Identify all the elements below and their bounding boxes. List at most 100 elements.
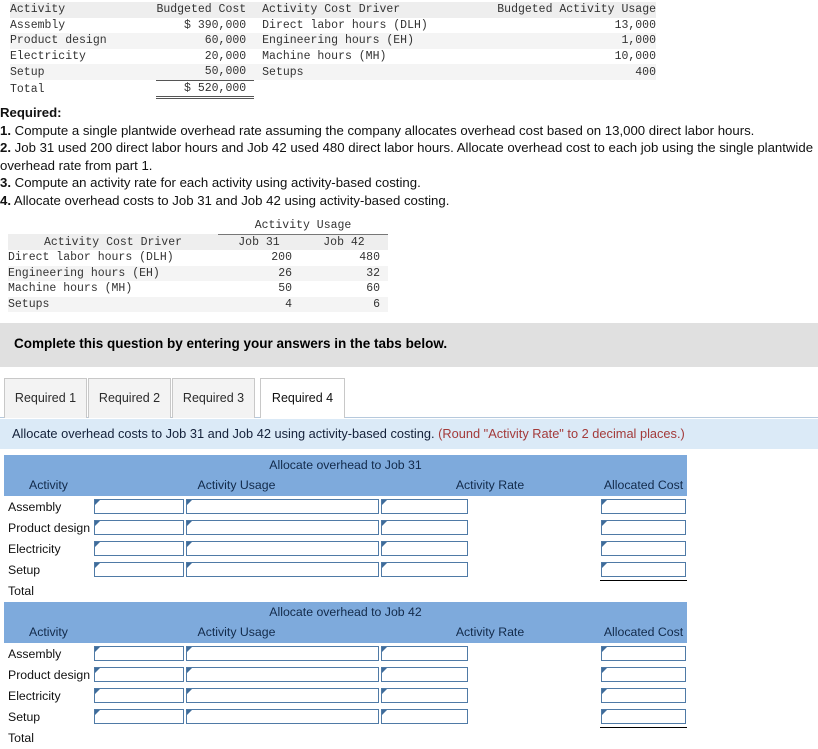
usage-qty-cell-product-design[interactable] xyxy=(93,517,185,538)
usage-qty-cell-setup[interactable] xyxy=(93,559,185,580)
usage-qty-cell-electricity[interactable] xyxy=(93,538,185,559)
row-label-product-design: Product design xyxy=(4,664,93,685)
rate-value-input-assembly[interactable] xyxy=(381,646,468,661)
usage-group-header: Activity Usage xyxy=(218,218,388,235)
allocated-cost-cell-assembly[interactable] xyxy=(600,643,688,664)
allocated-cost-input-product-design[interactable] xyxy=(601,667,687,682)
allocated-cost-cell-setup[interactable] xyxy=(600,559,688,580)
rate-value-cell-product-design[interactable] xyxy=(380,517,469,538)
usage-desc-input-assembly[interactable] xyxy=(186,646,379,661)
budgeted-cost-table: Activity Budgeted Cost Activity Cost Dri… xyxy=(10,2,656,99)
rate-value-input-setup[interactable] xyxy=(381,562,468,577)
rate-value-input-electricity[interactable] xyxy=(381,688,468,703)
rate-unit-cell-electricity xyxy=(469,538,600,559)
usage-desc-cell-product-design[interactable] xyxy=(185,664,380,685)
usage-desc-cell-assembly[interactable] xyxy=(185,496,380,517)
allocated-cost-cell-product-design[interactable] xyxy=(600,517,688,538)
allocated-cost-cell-electricity[interactable] xyxy=(600,538,688,559)
usage-desc-input-assembly[interactable] xyxy=(186,499,379,514)
usage-qty-input-assembly[interactable] xyxy=(94,499,184,514)
usage-desc-input-setup[interactable] xyxy=(186,562,379,577)
usage-desc-input-electricity[interactable] xyxy=(186,688,379,703)
allocated-cost-cell-assembly[interactable] xyxy=(600,496,688,517)
tab-required-3[interactable]: Required 3 xyxy=(172,378,255,418)
rate-value-cell-electricity[interactable] xyxy=(380,538,469,559)
allocated-cost-input-product-design[interactable] xyxy=(601,520,687,535)
cell-activity: Product design xyxy=(10,34,107,47)
cell-usage: 13,000 xyxy=(614,18,656,32)
required-item-4: 4. Allocate overhead costs to Job 31 and… xyxy=(0,192,818,210)
usage-desc-cell-electricity[interactable] xyxy=(185,538,380,559)
rate-value-cell-setup[interactable] xyxy=(380,559,469,580)
rate-value-cell-assembly[interactable] xyxy=(380,643,469,664)
cell-job42: 32 xyxy=(366,266,380,280)
table-row: Machine hours (MH) 50 60 xyxy=(8,281,388,297)
table-row: Setups 4 6 xyxy=(8,296,388,312)
cell-usage: 1,000 xyxy=(621,34,656,47)
col-header-activity-rate: Activity Rate xyxy=(380,621,600,643)
table-row: Product design xyxy=(4,517,688,538)
rate-unit-cell-product-design xyxy=(469,664,600,685)
col-header-budgeted-cost: Budgeted Cost xyxy=(156,3,247,16)
usage-qty-cell-assembly[interactable] xyxy=(93,496,185,517)
instruction-rounding-note: (Round "Activity Rate" to 2 decimal plac… xyxy=(438,426,685,441)
usage-desc-input-electricity[interactable] xyxy=(186,541,379,556)
usage-qty-cell-setup[interactable] xyxy=(93,706,185,727)
allocated-cost-input-assembly[interactable] xyxy=(601,646,687,661)
rate-unit-cell-setup xyxy=(469,559,600,580)
usage-qty-input-product-design[interactable] xyxy=(94,667,184,682)
usage-desc-cell-product-design[interactable] xyxy=(185,517,380,538)
allocated-cost-cell-product-design[interactable] xyxy=(600,664,688,685)
rate-value-input-product-design[interactable] xyxy=(381,667,468,682)
rate-value-cell-assembly[interactable] xyxy=(380,496,469,517)
usage-desc-input-product-design[interactable] xyxy=(186,520,379,535)
usage-desc-input-product-design[interactable] xyxy=(186,667,379,682)
required-item-3-text: Compute an activity rate for each activi… xyxy=(11,175,421,190)
allocated-cost-cell-setup[interactable] xyxy=(600,706,688,727)
rate-value-cell-product-design[interactable] xyxy=(380,664,469,685)
usage-desc-cell-electricity[interactable] xyxy=(185,685,380,706)
allocated-cost-input-setup[interactable] xyxy=(601,708,687,724)
grid-title-job31: Allocate overhead to Job 31 xyxy=(4,455,688,474)
usage-desc-cell-setup[interactable] xyxy=(185,706,380,727)
table-row: Setup xyxy=(4,706,688,727)
usage-qty-cell-electricity[interactable] xyxy=(93,685,185,706)
usage-qty-cell-assembly[interactable] xyxy=(93,643,185,664)
usage-qty-input-electricity[interactable] xyxy=(94,541,184,556)
cell-usage: 10,000 xyxy=(614,49,656,63)
usage-qty-input-product-design[interactable] xyxy=(94,520,184,535)
usage-qty-input-setup[interactable] xyxy=(94,562,184,577)
allocated-cost-cell-electricity[interactable] xyxy=(600,685,688,706)
usage-desc-cell-setup[interactable] xyxy=(185,559,380,580)
allocate-overhead-job42-table: Allocate overhead to Job 42 Activity Act… xyxy=(4,602,688,749)
tab-required-2[interactable]: Required 2 xyxy=(88,378,171,418)
usage-qty-input-setup[interactable] xyxy=(94,709,184,724)
rate-value-cell-electricity[interactable] xyxy=(380,685,469,706)
required-tabs: Required 1 Required 2 Required 3 Require… xyxy=(0,378,818,418)
tab-required-4[interactable]: Required 4 xyxy=(260,378,345,418)
cell-job42: 60 xyxy=(366,282,380,295)
row-label-assembly: Assembly xyxy=(4,643,93,664)
rate-value-input-product-design[interactable] xyxy=(381,520,468,535)
required-item-1-number: 1. xyxy=(0,122,11,138)
total-allocated-cost-cell xyxy=(600,726,688,749)
rate-value-input-setup[interactable] xyxy=(381,709,468,724)
usage-desc-cell-assembly[interactable] xyxy=(185,643,380,664)
required-item-3-number: 3. xyxy=(0,175,11,190)
usage-qty-cell-product-design[interactable] xyxy=(93,664,185,685)
usage-desc-input-setup[interactable] xyxy=(186,709,379,724)
required-item-4-text: Allocate overhead costs to Job 31 and Jo… xyxy=(11,192,450,208)
col-header-driver: Activity Cost Driver xyxy=(43,235,183,249)
allocated-cost-input-assembly[interactable] xyxy=(601,499,687,514)
usage-qty-input-electricity[interactable] xyxy=(94,688,184,703)
cell-cost: 20,000 xyxy=(204,49,247,63)
rate-value-input-assembly[interactable] xyxy=(381,499,468,514)
allocated-cost-input-electricity[interactable] xyxy=(601,541,687,556)
rate-value-input-electricity[interactable] xyxy=(381,541,468,556)
usage-qty-input-assembly[interactable] xyxy=(94,646,184,661)
rate-value-cell-setup[interactable] xyxy=(380,706,469,727)
tab-required-1[interactable]: Required 1 xyxy=(4,378,87,418)
col-header-allocated-cost: Allocated Cost xyxy=(600,621,688,643)
allocated-cost-input-electricity[interactable] xyxy=(601,688,687,703)
allocated-cost-input-setup[interactable] xyxy=(601,561,687,577)
